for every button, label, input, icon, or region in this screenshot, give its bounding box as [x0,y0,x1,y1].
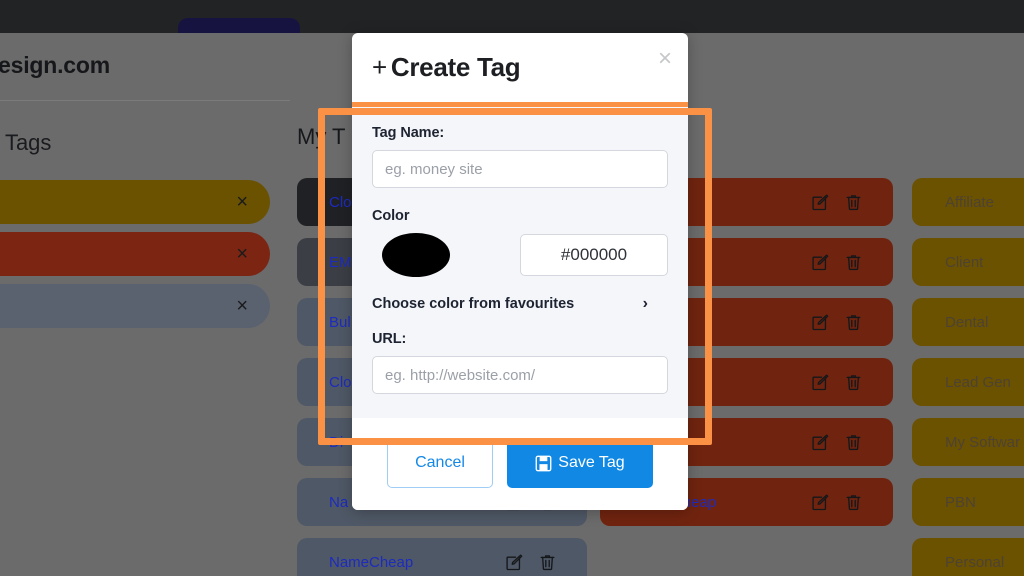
choose-favourite-color-label: Choose color from favourites [372,296,575,312]
tag-row-actions [811,313,863,332]
floppy-disk-icon [535,455,552,472]
trash-icon[interactable] [844,433,863,452]
tag-row[interactable]: Dental [912,298,1024,346]
selected-tag-pill-list: × × × [0,180,270,336]
page-title: esign.com Tags [0,130,51,156]
page-title-word: Tags [4,130,52,155]
tag-row-label: Dental [945,313,989,331]
tag-row-label: PBN [945,493,976,511]
tag-row-actions [505,553,557,572]
color-label: Color [372,208,410,224]
modal-body: Tag Name: Color Choose color from favour… [352,107,688,418]
remove-tag-icon[interactable]: × [236,192,248,212]
trash-icon[interactable] [844,493,863,512]
tag-row[interactable]: Affiliate [912,178,1024,226]
tag-row-label: Bul [329,313,351,331]
save-tag-button[interactable]: Save Tag [507,438,653,488]
color-swatch[interactable] [382,233,450,277]
my-tags-heading: My T [297,124,346,149]
modal-header: + Create Tag × [352,33,688,107]
tag-row[interactable]: NameCheap [297,538,587,576]
color-picker-row [372,233,668,277]
edit-icon[interactable] [811,313,830,332]
color-hex-input[interactable] [520,234,668,276]
tag-row[interactable]: Personal [912,538,1024,576]
tag-row-actions [811,253,863,272]
tag-row[interactable]: Lead Gen [912,358,1024,406]
tag-row[interactable]: Client [912,238,1024,286]
tag-row-actions [811,433,863,452]
trash-icon[interactable] [844,253,863,272]
tag-row-label: Affiliate [945,193,994,211]
tag-row-label: NameCheap [329,553,414,571]
tag-row-label: Di [329,433,344,451]
divider [0,100,290,101]
tag-row-label: My Softwar [945,433,1021,451]
trash-icon[interactable] [538,553,557,572]
plus-icon: + [372,52,387,82]
tag-row-label: EM [329,253,352,271]
edit-icon[interactable] [811,193,830,212]
page-domain-title: szonedesign.com [0,52,110,78]
tag-row-label: Personal [945,553,1005,571]
modal-title-text: Create Tag [390,52,521,82]
edit-icon[interactable] [811,433,830,452]
tag-row[interactable]: My Softwar [912,418,1024,466]
screen-root: szonedesign.com esign.com Tags ××× My T … [0,0,1024,576]
tag-list-column-far-right: Affiliate Client Dental Lead Gen My Softwar P… [912,178,1024,576]
modal-title: + Create Tag [372,52,521,83]
remove-tag-icon[interactable]: × [236,296,248,316]
tag-row-label: Clo [329,193,352,211]
edit-icon[interactable] [811,493,830,512]
tag-row-actions [811,493,863,512]
tag-row-label: Lead Gen [945,373,1011,391]
selected-tag-pill[interactable]: × [0,284,270,328]
edit-icon[interactable] [811,373,830,392]
tag-row[interactable]: PBN [912,478,1024,526]
save-tag-label: Save Tag [558,454,625,471]
tag-row-label: Client [945,253,984,271]
close-icon[interactable]: × [658,47,672,71]
tag-row-label: Clo [329,373,352,391]
tag-row-actions [811,193,863,212]
url-label: URL: [372,331,407,347]
choose-favourite-color-row[interactable]: Choose color from favourites › [372,295,668,313]
chevron-right-icon: › [642,295,648,312]
trash-icon[interactable] [844,193,863,212]
remove-tag-icon[interactable]: × [236,244,248,264]
tag-row-label: Na [329,493,349,511]
tag-name-input[interactable] [372,150,668,188]
selected-tag-pill[interactable]: × [0,232,270,276]
edit-icon[interactable] [811,253,830,272]
edit-icon[interactable] [505,553,524,572]
browser-top-bar [0,0,1024,48]
cancel-button[interactable]: Cancel [387,438,493,488]
url-input[interactable] [372,356,668,394]
tag-row-actions [811,373,863,392]
trash-icon[interactable] [844,313,863,332]
create-tag-modal: +Create Tag × Tag Name: Color Choose col… [352,33,688,510]
modal-footer: Cancel Save Tag [352,418,688,510]
trash-icon[interactable] [844,373,863,392]
tag-name-label: Tag Name: [372,125,445,141]
selected-tag-pill[interactable]: × [0,180,270,224]
